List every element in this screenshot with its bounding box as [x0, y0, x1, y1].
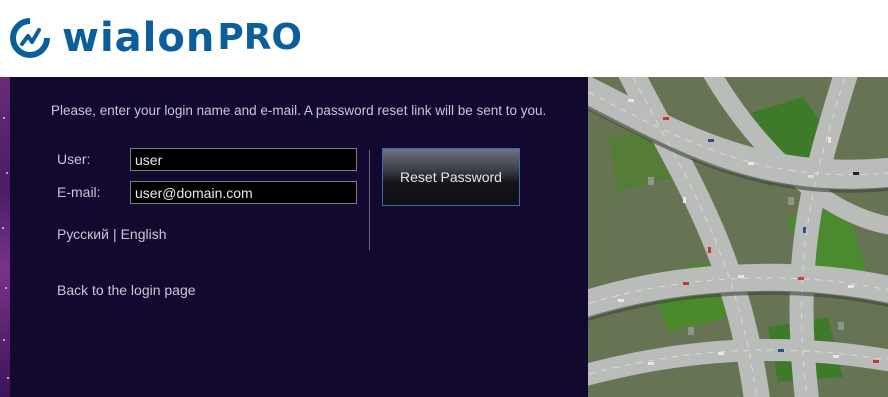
wialon-pro-logo: wialon PRO — [8, 10, 302, 66]
logo-pro-suffix: PRO — [217, 17, 303, 58]
vertical-divider — [369, 150, 370, 250]
password-reset-page: wialon PRO Please, enter your login name… — [0, 0, 888, 397]
logo-wordmark: wialon — [62, 15, 216, 61]
highway-interchange-image — [588, 77, 888, 397]
language-switcher: Русский | English — [57, 226, 167, 242]
instructions-text: Please, enter your login name and e-mail… — [51, 103, 547, 118]
language-separator: | — [112, 226, 117, 242]
user-input[interactable] — [130, 148, 357, 171]
header: wialon PRO — [0, 0, 888, 76]
email-label: E-mail: — [57, 184, 101, 200]
panel-decorative-edge — [0, 77, 10, 397]
back-to-login-link[interactable]: Back to the login page — [57, 282, 196, 298]
user-label: User: — [57, 151, 91, 167]
reset-password-button[interactable]: Reset Password — [382, 148, 520, 206]
language-russian-link[interactable]: Русский — [57, 226, 109, 242]
email-input[interactable] — [130, 181, 357, 204]
language-english-link[interactable]: English — [121, 226, 167, 242]
wialon-logo-icon — [10, 17, 51, 58]
